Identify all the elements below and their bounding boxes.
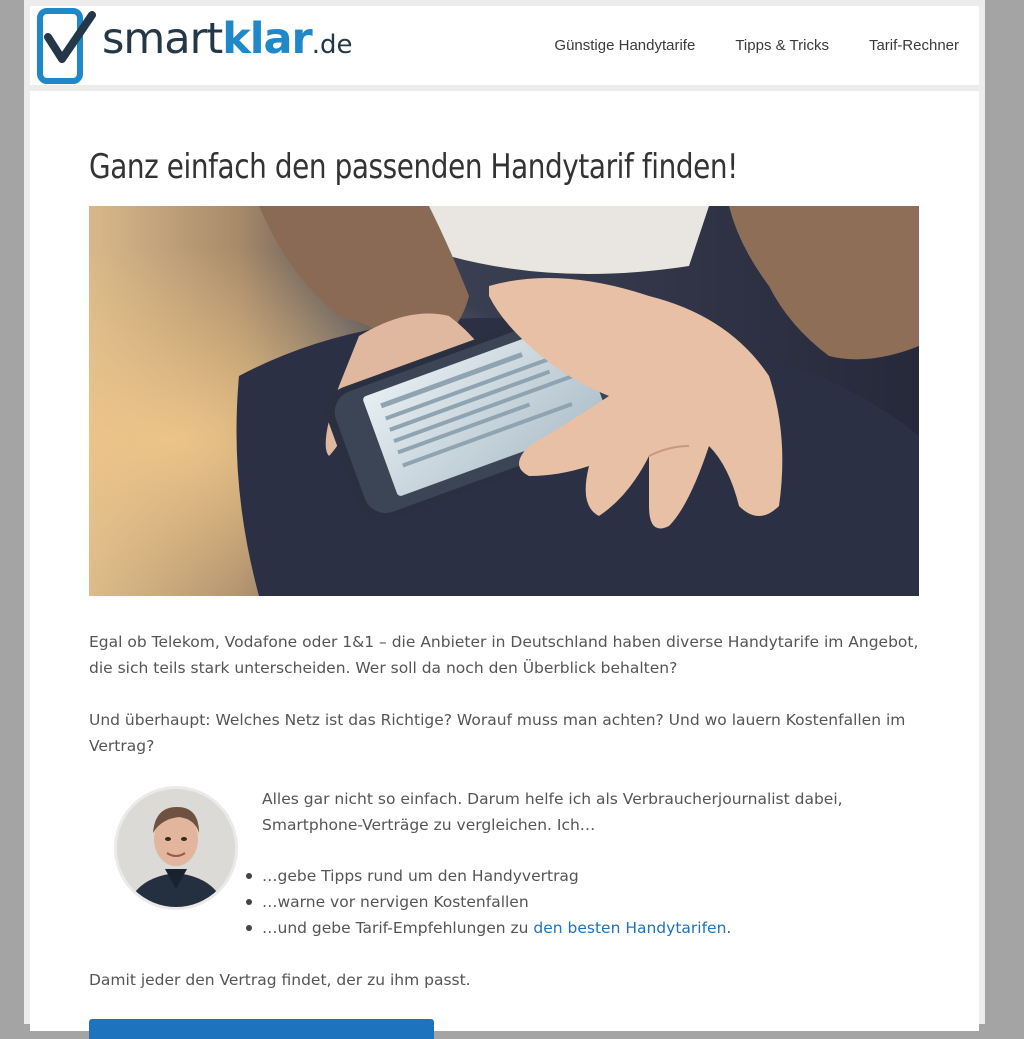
list-item: …warne vor nervigen Kostenfallen: [246, 889, 731, 915]
nav-item-tipps-tricks[interactable]: Tipps & Tricks: [735, 37, 829, 54]
site-header: smartklar.de Günstige Handytarife Tipps …: [30, 6, 979, 85]
site-logo[interactable]: smartklar.de: [36, 6, 376, 85]
logo-text-smart: smart: [102, 14, 223, 64]
intro-paragraph: Egal ob Telekom, Vodafone oder 1&1 – die…: [89, 633, 919, 677]
nav-item-guenstige-handytarife[interactable]: Günstige Handytarife: [554, 37, 695, 54]
list-item-text: …und gebe Tarif-Empfehlungen zu: [262, 919, 534, 937]
hero-image: [89, 206, 919, 596]
logo-text-klar: klar: [222, 14, 313, 64]
list-item-text: .: [726, 919, 732, 937]
list-item: …und gebe Tarif-Empfehlungen zu den best…: [246, 915, 731, 941]
phone-check-icon: [37, 7, 96, 84]
main-content: Ganz einfach den passenden Handytarif fi…: [30, 91, 979, 1039]
author-benefits-list: …gebe Tipps rund um den Handyvertrag …wa…: [246, 863, 731, 941]
author-avatar: [114, 786, 238, 910]
main-nav: Günstige Handytarife Tipps & Tricks Tari…: [554, 6, 959, 85]
cta-button[interactable]: [89, 1019, 434, 1039]
hands-holding-phone-illustration: [89, 206, 919, 596]
closing-paragraph: Damit jeder den Vertrag findet, der zu i…: [89, 971, 471, 989]
page-title: Ganz einfach den passenden Handytarif fi…: [89, 147, 738, 187]
question-paragraph: Und überhaupt: Welches Netz ist das Rich…: [89, 711, 906, 755]
list-item: …gebe Tipps rund um den Handyvertrag: [246, 863, 731, 889]
best-tariffs-link[interactable]: den besten Handytarifen: [533, 919, 726, 937]
author-intro: Alles gar nicht so einfach. Darum helfe …: [262, 790, 843, 834]
nav-item-tarif-rechner[interactable]: Tarif-Rechner: [869, 37, 959, 54]
page-shell: smartklar.de Günstige Handytarife Tipps …: [24, 0, 985, 1039]
author-portrait: [117, 789, 235, 907]
logo-wordmark: smartklar.de: [102, 18, 353, 61]
logo-text-de: .de: [311, 30, 353, 60]
